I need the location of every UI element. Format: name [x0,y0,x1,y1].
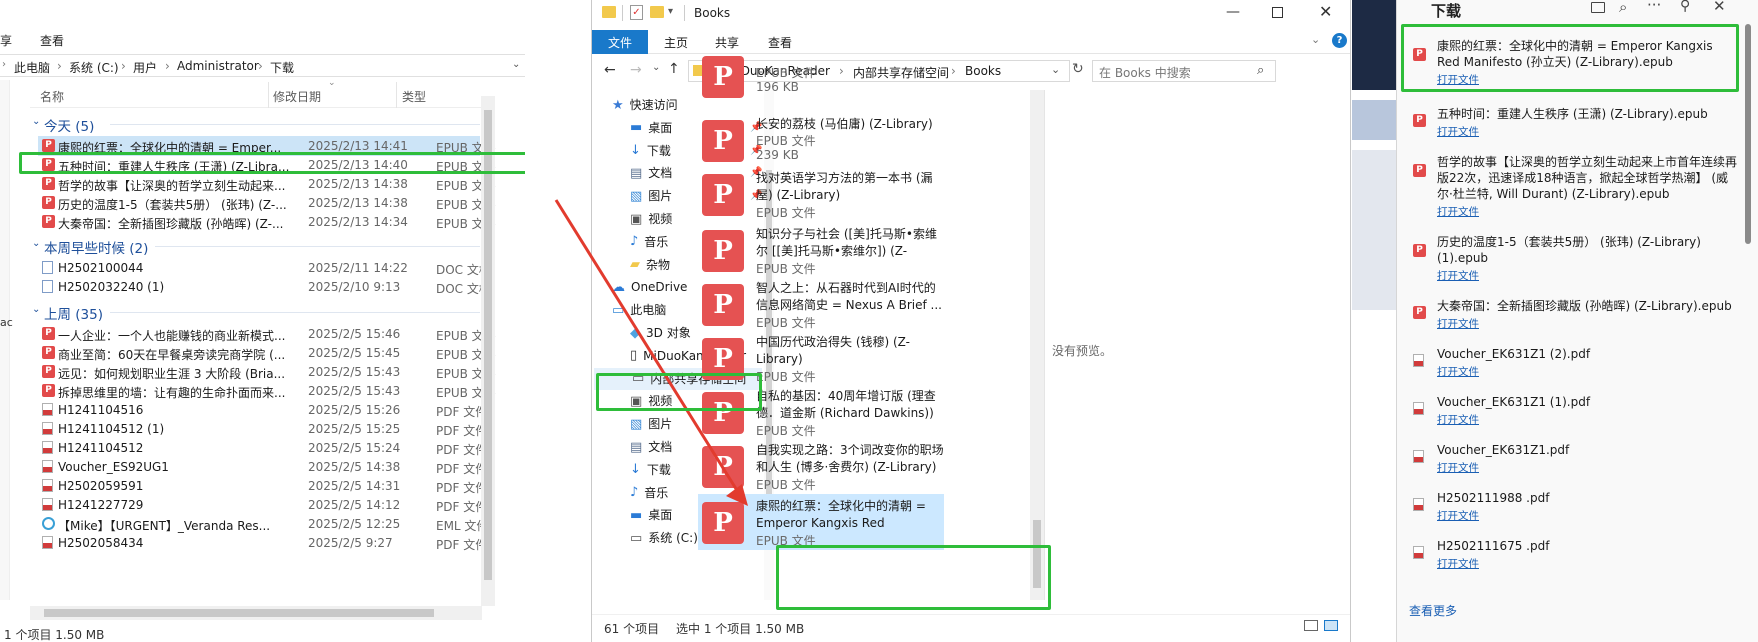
epub-icon: P [1413,164,1426,177]
pdf-icon [1413,546,1424,559]
open-file-link[interactable]: 打开文件 [1437,268,1479,283]
open-file-link[interactable]: 打开文件 [1437,412,1479,427]
more-icon[interactable]: ··· [1647,0,1661,14]
pdf-icon [1413,354,1424,367]
downloads-title: 下载 [1431,2,1462,20]
download-filename: 大秦帝国：全新插图珍藏版 (孙皓晖) (Z-Library).epub [1437,299,1732,313]
search-icon[interactable]: ⌕ [1619,0,1627,16]
download-item[interactable]: Voucher_EK631Z1 (2).pdf 打开文件 [1407,344,1739,380]
downloads-panel: 下载 ⌕ ··· ⚲ ✕ P 康熙的红票：全球化中的清朝 = Emperor Ka… [1396,0,1758,642]
scrollbar-thumb[interactable] [1745,24,1751,244]
download-item[interactable]: Voucher_EK631Z1.pdf 打开文件 [1407,440,1739,476]
open-file-link[interactable]: 打开文件 [1437,316,1479,331]
download-filename: 五种时间：重建人生秩序 (王潇) (Z-Library).epub [1437,107,1708,121]
open-folder-icon[interactable] [1591,2,1605,13]
download-filename: 康熙的红票：全球化中的清朝 = Emperor Kangxis Red Mani… [1437,39,1713,69]
download-filename: Voucher_EK631Z1.pdf [1437,443,1570,457]
open-file-link[interactable]: 打开文件 [1437,204,1479,219]
open-file-link[interactable]: 打开文件 [1437,556,1479,571]
download-filename: 历史的温度1-5（套装共5册） (张玮) (Z-Library) (1).epu… [1437,235,1701,265]
download-item[interactable]: H2502111675 .pdf 打开文件 [1407,536,1739,572]
desktop-background [1352,0,1396,90]
download-item[interactable]: P 大秦帝国：全新插图珍藏版 (孙皓晖) (Z-Library).epub 打开文件 [1407,296,1739,332]
arrow-head [726,484,748,506]
pdf-icon [1413,450,1424,463]
close-icon[interactable]: ✕ [1713,0,1726,15]
download-item[interactable]: P 康熙的红票：全球化中的清朝 = Emperor Kangxis Red Man… [1407,36,1739,88]
download-filename: H2502111988 .pdf [1437,491,1550,505]
pin-icon[interactable]: ⚲ [1680,0,1690,14]
download-item[interactable]: P 哲学的故事【让深奥的哲学立刻生动起来上市首年连续再版22次，迅速译成18种语言… [1407,152,1739,220]
download-filename: 哲学的故事【让深奥的哲学立刻生动起来上市首年连续再版22次，迅速译成18种语言，… [1437,155,1738,201]
see-more-link[interactable]: 查看更多 [1409,602,1457,619]
desktop-background [1352,100,1396,140]
download-item[interactable]: Voucher_EK631Z1 (1).pdf 打开文件 [1407,392,1739,428]
download-item[interactable]: P 历史的温度1-5（套装共5册） (张玮) (Z-Library) (1).ep… [1407,232,1739,284]
download-filename: H2502111675 .pdf [1437,539,1550,553]
epub-icon: P [1413,48,1426,61]
arrow-shaft [554,199,740,493]
download-filename: Voucher_EK631Z1 (1).pdf [1437,395,1591,409]
download-item[interactable]: P 五种时间：重建人生秩序 (王潇) (Z-Library).epub 打开文件 [1407,104,1739,140]
epub-icon: P [1413,306,1426,319]
desktop-background [1352,150,1396,310]
epub-icon: P [1413,114,1426,127]
open-file-link[interactable]: 打开文件 [1437,364,1479,379]
pdf-icon [1413,402,1424,415]
download-item[interactable]: H2502111988 .pdf 打开文件 [1407,488,1739,524]
open-file-link[interactable]: 打开文件 [1437,72,1479,87]
open-file-link[interactable]: 打开文件 [1437,124,1479,139]
pdf-icon [1413,498,1424,511]
download-filename: Voucher_EK631Z1 (2).pdf [1437,347,1591,361]
desktop-strip [1352,0,1396,642]
open-file-link[interactable]: 打开文件 [1437,460,1479,475]
open-file-link[interactable]: 打开文件 [1437,508,1479,523]
epub-icon: P [1413,244,1426,257]
